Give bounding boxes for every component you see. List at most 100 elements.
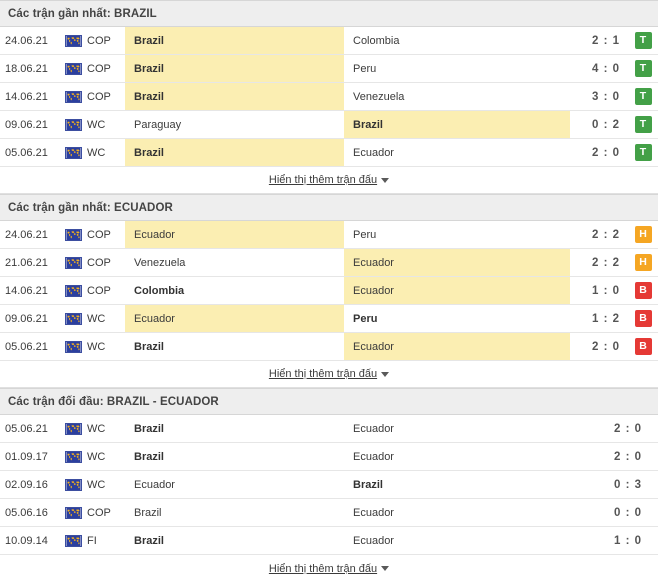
- competition-flag-cell: [60, 55, 87, 82]
- home-team[interactable]: Brazil: [125, 499, 344, 526]
- table-row[interactable]: 14.06.21 COP Brazil Venezuela 3 : 0 T: [0, 83, 658, 111]
- status-badge: T: [634, 144, 652, 161]
- table-row[interactable]: 21.06.21 COP Venezuela Ecuador 2 : 2 H: [0, 249, 658, 277]
- competition-code: WC: [87, 312, 106, 325]
- match-list: 05.06.21 WC Brazil Ecuador 2 : 0 01.09.17 WC Br…: [0, 415, 658, 555]
- home-team[interactable]: Venezuela: [125, 249, 344, 276]
- table-row[interactable]: 02.09.16 WC Ecuador Brazil 0 : 3: [0, 471, 658, 499]
- competition-flag-cell: [60, 27, 87, 54]
- away-team[interactable]: Ecuador: [344, 139, 570, 166]
- home-team[interactable]: Paraguay: [125, 111, 344, 138]
- home-team[interactable]: Brazil: [125, 527, 344, 554]
- competition-flag-cell: [60, 415, 87, 442]
- table-row[interactable]: 05.06.21 WC Brazil Ecuador 2 : 0 B: [0, 333, 658, 361]
- show-more-bar: Hiển thị thêm trận đấu: [0, 361, 658, 388]
- home-team[interactable]: Brazil: [125, 333, 344, 360]
- away-team[interactable]: Ecuador: [344, 333, 570, 360]
- competition-flag-cell: [60, 249, 87, 276]
- status-badge: H: [634, 226, 652, 243]
- match-score: 2 : 0: [613, 422, 642, 435]
- away-team[interactable]: Colombia: [344, 27, 570, 54]
- home-team[interactable]: Brazil: [125, 139, 344, 166]
- home-team[interactable]: Brazil: [125, 415, 344, 442]
- table-row[interactable]: 09.06.21 WC Ecuador Peru 1 : 2 B: [0, 305, 658, 333]
- away-team[interactable]: Brazil: [344, 111, 570, 138]
- competition-code: WC: [87, 146, 106, 159]
- match-date: 10.09.14: [5, 534, 48, 547]
- competition-code: COP: [87, 34, 111, 47]
- match-date: 05.06.21: [5, 422, 48, 435]
- match-score: 4 : 0: [591, 62, 620, 75]
- competition-code: WC: [87, 450, 106, 463]
- table-row[interactable]: 24.06.21 COP Ecuador Peru 2 : 2 H: [0, 221, 658, 249]
- result-badge-cell: B: [628, 277, 658, 304]
- match-score: 2 : 0: [591, 146, 620, 159]
- competition-flag-cell: [60, 443, 87, 470]
- away-team[interactable]: Peru: [344, 305, 570, 332]
- away-team[interactable]: Venezuela: [344, 83, 570, 110]
- away-team[interactable]: Ecuador: [344, 443, 592, 470]
- match-date: 14.06.21: [5, 284, 48, 297]
- match-list: 24.06.21 COP Ecuador Peru 2 : 2 H 21.06.21 COP V…: [0, 221, 658, 361]
- competition-flag-cell: [60, 305, 87, 332]
- world-icon: [65, 340, 82, 353]
- away-team[interactable]: Ecuador: [344, 415, 592, 442]
- home-team[interactable]: Brazil: [125, 55, 344, 82]
- table-row[interactable]: 05.06.16 COP Brazil Ecuador 0 : 0: [0, 499, 658, 527]
- home-team[interactable]: Brazil: [125, 27, 344, 54]
- show-more-link[interactable]: Hiển thị thêm trận đấu: [269, 174, 390, 186]
- competition-code: COP: [87, 228, 111, 241]
- away-team[interactable]: Peru: [344, 221, 570, 248]
- match-date: 18.06.21: [5, 62, 48, 75]
- match-date: 09.06.21: [5, 312, 48, 325]
- table-row[interactable]: 05.06.21 WC Brazil Ecuador 2 : 0 T: [0, 139, 658, 167]
- table-row[interactable]: 18.06.21 COP Brazil Peru 4 : 0 T: [0, 55, 658, 83]
- match-score: 0 : 0: [613, 506, 642, 519]
- match-date: 02.09.16: [5, 478, 48, 491]
- world-icon: [65, 228, 82, 241]
- away-team[interactable]: Ecuador: [344, 527, 592, 554]
- show-more-link[interactable]: Hiển thị thêm trận đấu: [269, 368, 390, 380]
- away-team[interactable]: Ecuador: [344, 249, 570, 276]
- home-team[interactable]: Colombia: [125, 277, 344, 304]
- home-team[interactable]: Ecuador: [125, 221, 344, 248]
- home-team[interactable]: Ecuador: [125, 305, 344, 332]
- result-badge-cell-empty: [650, 527, 658, 554]
- competition-flag-cell: [60, 527, 87, 554]
- competition-code: COP: [87, 506, 111, 519]
- match-history-panel: Các trận gần nhất: BRAZIL 24.06.21 COP Braz…: [0, 0, 658, 582]
- world-icon: [65, 62, 82, 75]
- competition-flag-cell: [60, 221, 87, 248]
- match-list: 24.06.21 COP Brazil Colombia 2 : 1 T 18.06.21 C…: [0, 27, 658, 167]
- world-icon: [65, 256, 82, 269]
- table-row[interactable]: 05.06.21 WC Brazil Ecuador 2 : 0: [0, 415, 658, 443]
- match-score: 3 : 0: [591, 90, 620, 103]
- table-row[interactable]: 24.06.21 COP Brazil Colombia 2 : 1 T: [0, 27, 658, 55]
- match-score: 1 : 0: [591, 284, 620, 297]
- status-badge: B: [634, 338, 652, 355]
- competition-code: COP: [87, 284, 111, 297]
- away-team[interactable]: Ecuador: [344, 499, 592, 526]
- match-score: 2 : 0: [591, 340, 620, 353]
- table-row[interactable]: 01.09.17 WC Brazil Ecuador 2 : 0: [0, 443, 658, 471]
- match-date: 24.06.21: [5, 228, 48, 241]
- home-team[interactable]: Brazil: [125, 83, 344, 110]
- match-date: 05.06.21: [5, 340, 48, 353]
- table-row[interactable]: 10.09.14 FI Brazil Ecuador 1 : 0: [0, 527, 658, 555]
- home-team[interactable]: Brazil: [125, 443, 344, 470]
- away-team[interactable]: Peru: [344, 55, 570, 82]
- result-badge-cell: T: [628, 139, 658, 166]
- show-more-link[interactable]: Hiển thị thêm trận đấu: [269, 563, 390, 575]
- status-badge: H: [634, 254, 652, 271]
- table-row[interactable]: 14.06.21 COP Colombia Ecuador 1 : 0 B: [0, 277, 658, 305]
- home-team[interactable]: Ecuador: [125, 471, 344, 498]
- competition-flag-cell: [60, 139, 87, 166]
- chevron-down-icon: [381, 566, 390, 572]
- away-team[interactable]: Ecuador: [344, 277, 570, 304]
- section-header: Các trận gần nhất: ECUADOR: [0, 194, 658, 221]
- competition-code: WC: [87, 118, 106, 131]
- competition-flag-cell: [60, 277, 87, 304]
- table-row[interactable]: 09.06.21 WC Paraguay Brazil 0 : 2 T: [0, 111, 658, 139]
- away-team[interactable]: Brazil: [344, 471, 592, 498]
- world-icon: [65, 312, 82, 325]
